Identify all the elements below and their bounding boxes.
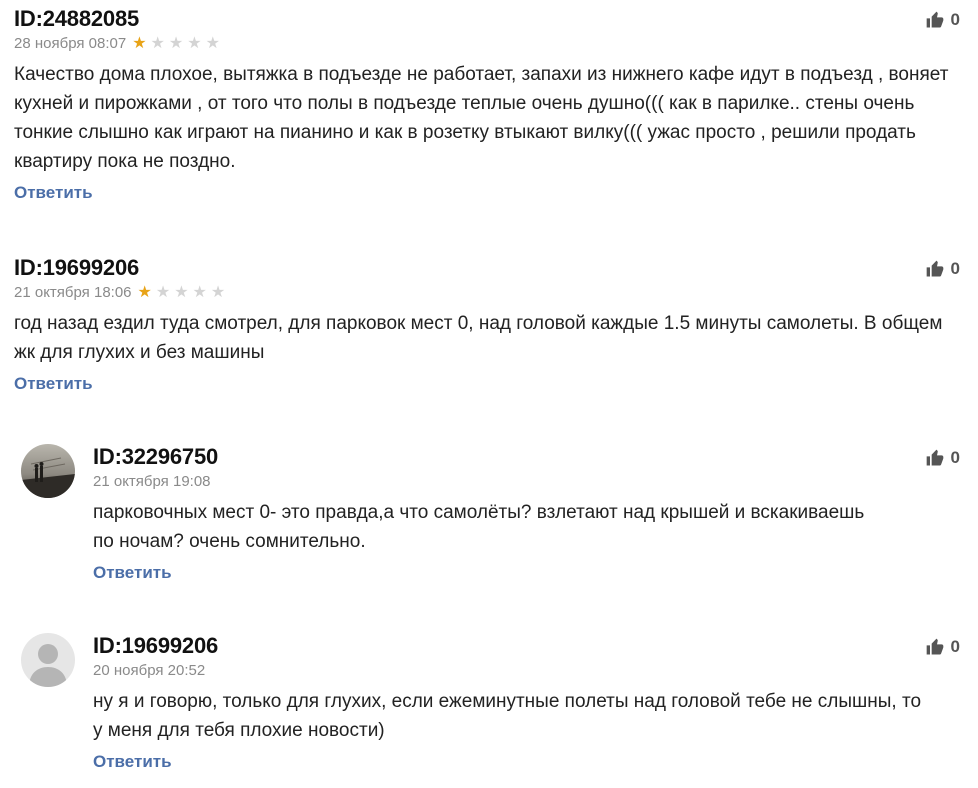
comment-author[interactable]: ID:19699206 [14,255,954,281]
reply-link[interactable]: Ответить [93,563,172,583]
comment-date: 21 октября 19:08 [93,473,211,490]
reply-link[interactable]: Ответить [93,752,172,772]
comment-text: парковочных мест 0- это правда,а что сам… [93,502,865,552]
comment-text: ну я и говорю, только для глухих, если е… [93,691,922,741]
star-icon: ★ [205,35,220,52]
star-icon: ★ [174,284,189,301]
like-count: 0 [950,259,960,278]
thumbs-up-icon [925,448,945,468]
comment-date: 20 ноября 20:52 [93,662,206,679]
comment-meta: 21 октября 18:06 ★ ★ ★ ★ ★ [14,283,954,303]
like-count: 0 [950,448,960,467]
like-button[interactable]: 0 [925,637,960,657]
comment-author[interactable]: ID:24882085 [14,6,954,32]
star-icon: ★ [137,284,152,301]
like-button[interactable]: 0 [925,448,960,468]
star-icon: ★ [155,284,171,301]
thumbs-up-icon [925,637,945,657]
star-icon: ★ [168,35,184,52]
comment-date: 28 ноября 08:07 [14,35,127,52]
comment-author[interactable]: ID:19699206 [93,633,953,659]
comment-meta: 28 ноября 08:07 ★ ★ ★ ★ ★ [14,34,954,54]
thumbs-up-icon [925,10,945,30]
like-button[interactable]: 0 [925,10,960,30]
star-icon: ★ [210,284,226,301]
star-icon: ★ [187,35,202,52]
like-count: 0 [950,637,960,656]
comment-meta: 20 ноября 20:52 [93,661,953,681]
comment-author[interactable]: ID:32296750 [93,444,953,470]
avatar[interactable] [21,633,75,687]
comment-date: 21 октября 18:06 [14,284,132,301]
rating-stars: ★ ★ ★ ★ ★ [138,285,226,301]
reply-link[interactable]: Ответить [14,374,93,394]
comment-meta: 21 октября 19:08 [93,472,953,492]
reply-link[interactable]: Ответить [14,183,93,203]
comment-text: Качество дома плохое, вытяжка в подъезде… [14,64,949,172]
star-icon: ★ [192,284,207,301]
rating-stars: ★ ★ ★ ★ ★ [132,36,220,52]
like-button[interactable]: 0 [925,259,960,279]
star-icon: ★ [150,35,165,52]
avatar[interactable] [21,444,75,498]
thumbs-up-icon [925,259,945,279]
star-icon: ★ [132,35,147,52]
comment-text: год назад ездил туда смотрел, для парков… [14,313,943,363]
like-count: 0 [950,10,960,29]
